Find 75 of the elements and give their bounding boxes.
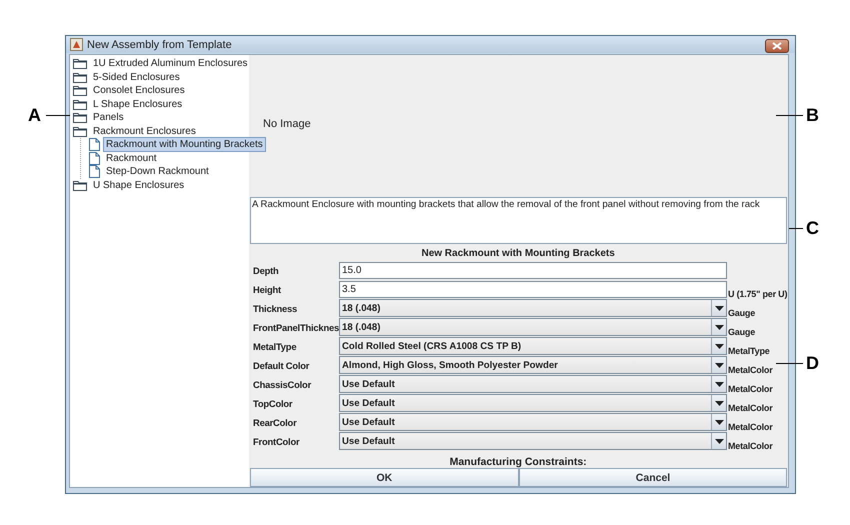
field-label: Default Color: [253, 360, 310, 371]
leader-line: [46, 115, 70, 116]
form-title: New Rackmount with Mounting Brackets: [420, 248, 616, 260]
unit-label: MetalColor: [727, 440, 774, 451]
folder-icon: [73, 85, 87, 96]
dropdown-arrow-icon: [714, 362, 724, 368]
dropdown[interactable]: Almond, High Gloss, Smooth Polyester Powder: [339, 356, 727, 374]
dropdown-arrow-icon: [714, 306, 724, 311]
dialog-button[interactable]: Cancel: [518, 468, 788, 488]
app-icon: [70, 38, 83, 51]
unit-label: U (1.75" per U): [727, 288, 788, 299]
dropdown-arrow-icon: [714, 344, 724, 349]
tree-item[interactable]: Panels: [90, 110, 127, 126]
dropdown-arrow-icon: [714, 420, 724, 425]
callout-letter: B: [806, 104, 819, 126]
close-button[interactable]: [765, 38, 789, 52]
leader-line: [789, 228, 803, 229]
field-label: Thickness: [253, 302, 298, 314]
field-label: Depth: [253, 264, 280, 276]
window-title: New Assembly from Template: [87, 38, 233, 50]
tree-item[interactable]: 5-Sided Enclosures: [90, 70, 183, 85]
constraints-label: Manufacturing Constraints:: [448, 456, 588, 468]
callout-letter: D: [806, 352, 819, 374]
unit-label: MetalColor: [727, 364, 774, 375]
folder-icon: [73, 112, 87, 124]
tree-item[interactable]: U Shape Enclosures: [90, 178, 188, 193]
dropdown[interactable]: 18 (.048): [339, 318, 727, 336]
leader-line: [776, 115, 803, 116]
tree-item[interactable]: Consolet Enclosures: [90, 83, 188, 98]
description-box[interactable]: A Rackmount Enclosure with mounting brackets that allow the removal of the front panel without removing from the rack: [250, 197, 788, 244]
document-icon: [89, 152, 100, 165]
dialog-button[interactable]: OK: [250, 468, 519, 488]
leader-line: [776, 363, 803, 364]
dropdown[interactable]: Use Default: [339, 413, 727, 432]
folder-icon: [73, 180, 87, 191]
folder-icon: [73, 126, 87, 137]
close-icon: [772, 42, 782, 50]
unit-label: Gauge: [727, 326, 756, 337]
tree-item[interactable]: Rackmount with Mounting Brackets: [103, 137, 266, 152]
folder-icon: [73, 72, 87, 83]
callout-letter: A: [28, 104, 41, 126]
tree-item[interactable]: L Shape Enclosures: [90, 96, 186, 112]
folder-icon: [73, 98, 87, 110]
dropdown[interactable]: Use Default: [339, 375, 727, 394]
unit-label: MetalType: [727, 346, 771, 356]
field-label: RearColor: [253, 416, 298, 428]
dropdown[interactable]: Use Default: [339, 394, 727, 412]
dropdown-arrow-icon: [714, 400, 724, 406]
dropdown[interactable]: Cold Rolled Steel (CRS A1008 CS TP B): [339, 337, 727, 356]
field-label: FrontPanelThicknes: [253, 322, 339, 333]
field-label: FrontColor: [253, 436, 300, 447]
unit-label: MetalColor: [727, 384, 774, 394]
field-label: TopColor: [253, 398, 294, 409]
text-field[interactable]: 15.0: [339, 262, 727, 279]
text-field[interactable]: 3.5: [339, 280, 727, 298]
dropdown-arrow-icon: [714, 324, 724, 330]
dropdown[interactable]: 18 (.048): [339, 299, 727, 318]
field-label: MetalType: [253, 340, 298, 352]
unit-label: MetalColor: [727, 402, 774, 413]
document-icon: [89, 165, 100, 178]
tree-item[interactable]: 1U Extruded Aluminum Enclosures: [90, 56, 251, 72]
tree-item[interactable]: Rackmount Enclosures: [90, 124, 199, 139]
unit-label: MetalColor: [727, 422, 774, 432]
no-image-text: No Image: [263, 118, 311, 130]
callout-letter: C: [806, 217, 819, 239]
dropdown-arrow-icon: [714, 438, 724, 444]
field-label: ChassisColor: [253, 378, 312, 390]
tree-item[interactable]: Step-Down Rackmount: [103, 164, 212, 180]
field-label: Height: [253, 284, 282, 295]
dropdown[interactable]: Use Default: [339, 432, 727, 450]
folder-icon: [73, 58, 87, 70]
dropdown-arrow-icon: [714, 382, 724, 387]
unit-label: Gauge: [727, 308, 756, 318]
tree-item[interactable]: Rackmount: [103, 150, 160, 166]
document-icon: [89, 138, 100, 152]
